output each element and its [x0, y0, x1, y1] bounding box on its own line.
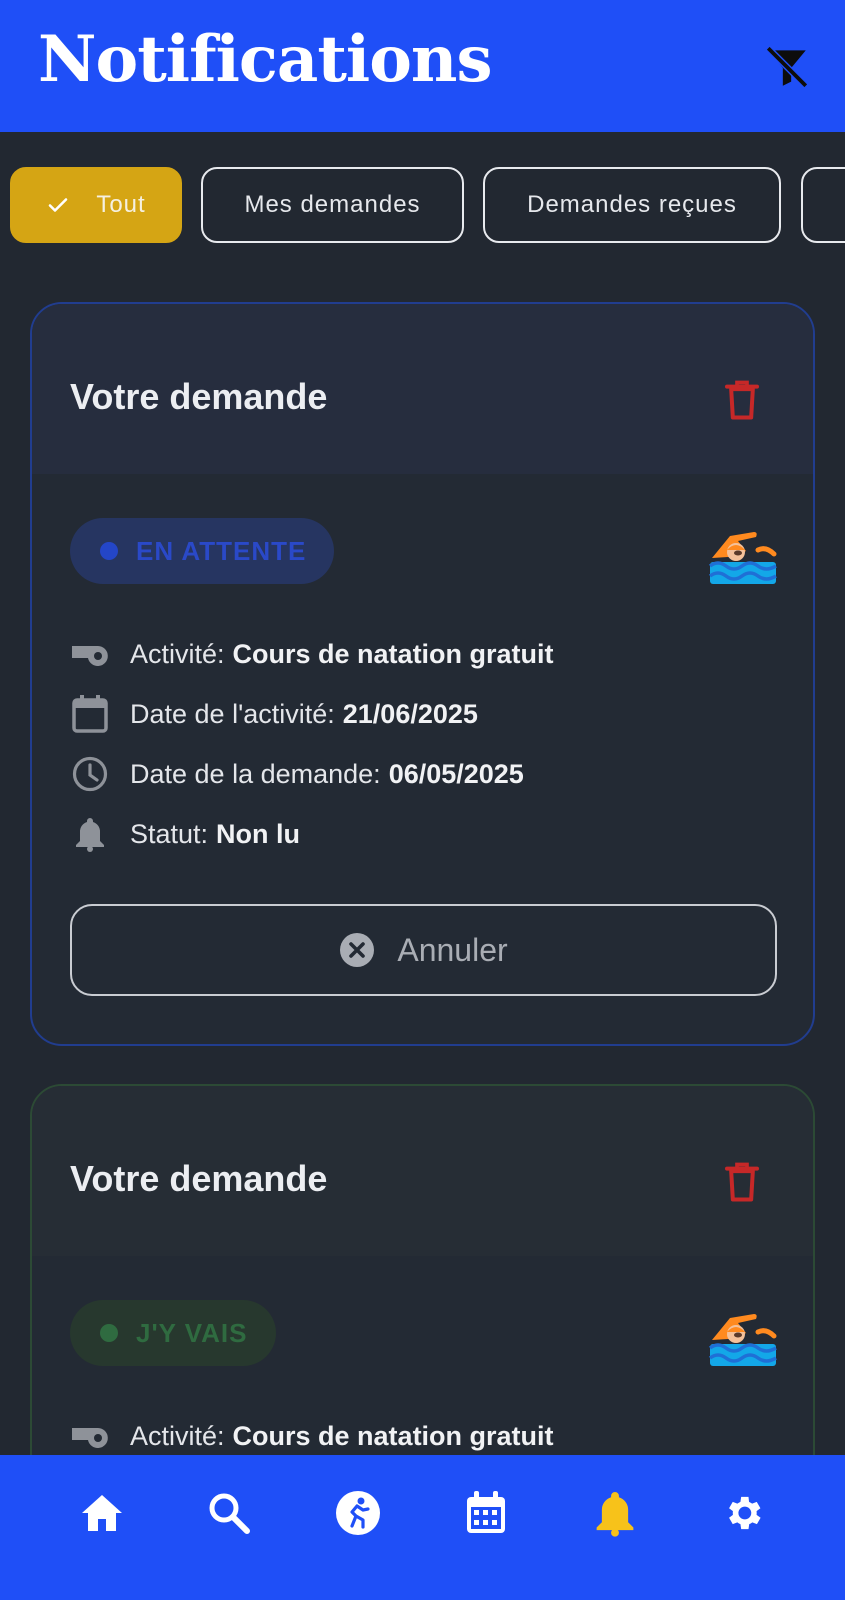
card-header: Votre demande — [32, 1086, 813, 1256]
chip-label: Tout — [96, 191, 146, 218]
card-header: Votre demande — [32, 304, 813, 474]
card-title: Votre demande — [70, 376, 328, 417]
bottom-navigation — [0, 1455, 845, 1600]
info-activity-date: Date de l'activité: 21/06/2025 — [70, 692, 478, 736]
whistle-icon — [70, 1416, 110, 1456]
status-label: J'Y VAIS — [136, 1317, 248, 1348]
status-dot — [100, 542, 118, 560]
info-request-date: Date de la demande: 06/05/2025 — [70, 752, 524, 796]
info-status: Statut: Non lu — [70, 812, 300, 856]
swimmer-icon — [708, 524, 778, 584]
trash-icon[interactable] — [722, 1160, 762, 1204]
request-date: 06/05/2025 — [388, 758, 524, 789]
settings-icon[interactable] — [715, 1485, 771, 1541]
cancel-circle-icon — [339, 932, 375, 968]
cancel-button[interactable]: Annuler — [70, 904, 777, 996]
bell-icon[interactable] — [587, 1485, 643, 1541]
home-icon[interactable] — [74, 1485, 130, 1541]
calendar-icon[interactable] — [458, 1485, 514, 1541]
calendar-icon — [70, 694, 110, 734]
search-icon[interactable] — [201, 1485, 257, 1541]
app-bar: Notifications — [0, 0, 845, 132]
cancel-label: Annuler — [397, 931, 508, 968]
card-title: Votre demande — [70, 1158, 328, 1199]
trash-icon[interactable] — [722, 378, 762, 422]
whistle-icon — [70, 634, 110, 674]
chip-tout[interactable]: Tout — [10, 167, 182, 243]
chip-mes-demandes[interactable]: Mes demandes — [201, 167, 464, 243]
read-status: Non lu — [216, 818, 301, 849]
info-activity: Activité: Cours de natation gratuit — [70, 1414, 554, 1458]
status-badge: J'Y VAIS — [70, 1300, 276, 1366]
page-title: Notifications — [38, 22, 492, 97]
chip-label: Mes demandes — [244, 191, 421, 218]
swimmer-icon — [708, 1306, 778, 1366]
status-dot — [100, 1324, 118, 1342]
filter-chips: Tout Mes demandes Demandes reçues — [0, 167, 845, 247]
status-badge: EN ATTENTE — [70, 518, 335, 584]
info-activity: Activité: Cours de natation gratuit — [70, 632, 554, 676]
activity-name: Cours de natation gratuit — [232, 638, 554, 669]
chip-label: Demandes reçues — [527, 191, 737, 218]
chip-demandes-recues[interactable]: Demandes reçues — [483, 167, 781, 243]
filter-off-icon[interactable] — [762, 42, 812, 92]
clock-icon — [70, 754, 110, 794]
check-icon — [46, 193, 70, 217]
bell-icon — [70, 814, 110, 854]
chip-more[interactable] — [801, 167, 845, 243]
activity-date: 21/06/2025 — [342, 698, 478, 729]
status-label: EN ATTENTE — [136, 535, 307, 566]
notification-card: Votre demande EN ATTENTE Activité: Cours… — [30, 302, 815, 1046]
activity-icon[interactable] — [330, 1485, 386, 1541]
activity-name: Cours de natation gratuit — [232, 1420, 554, 1451]
